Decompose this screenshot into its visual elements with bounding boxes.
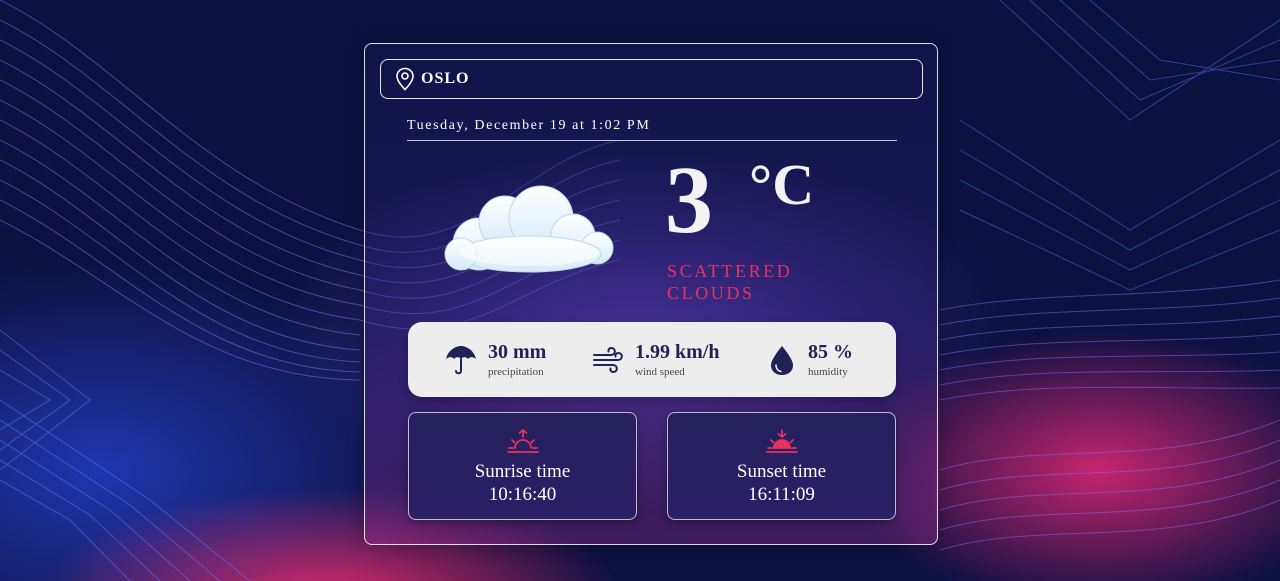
stat-precipitation: 30 mm precipitation [444,322,546,397]
precipitation-label: precipitation [488,365,544,378]
temperature-value: 3 [665,146,713,253]
location-search[interactable]: OSLO [380,59,923,99]
humidity-label: humidity [808,365,848,378]
weather-card: OSLO Tuesday, December 19 at 1:02 PM 3 °… [364,43,938,545]
sunrise-time: 10:16:40 [488,484,557,505]
wind-speed-label: wind speed [635,365,685,378]
stats-panel: 30 mm precipitation 1.99 km/h wind speed [408,322,896,397]
droplet-icon [771,345,793,375]
location-pin-icon [396,67,414,91]
sunset-card: Sunset time 16:11:09 [667,412,896,520]
humidity-value: 85 % [808,340,853,363]
stat-wind-speed: 1.99 km/h wind speed [591,322,719,397]
divider [407,140,897,141]
weather-condition: Scattered Clouds [667,261,793,303]
sunrise-card: Sunrise time 10:16:40 [408,412,637,520]
sunrise-icon [506,429,539,453]
sunset-time: 16:11:09 [748,484,815,505]
precipitation-value: 30 mm [488,340,547,363]
cloud-icon [444,185,614,273]
sunset-icon [765,429,798,453]
wind-icon [593,346,623,373]
temperature-unit: °C [749,152,815,217]
sunrise-title: Sunrise time [474,461,571,482]
date-time: Tuesday, December 19 at 1:02 PM [407,118,651,133]
stat-humidity: 85 % humidity [766,322,853,397]
sunset-title: Sunset time [736,461,827,482]
wind-speed-value: 1.99 km/h [635,340,720,363]
umbrella-icon [446,345,476,374]
city-name: OSLO [421,70,470,87]
